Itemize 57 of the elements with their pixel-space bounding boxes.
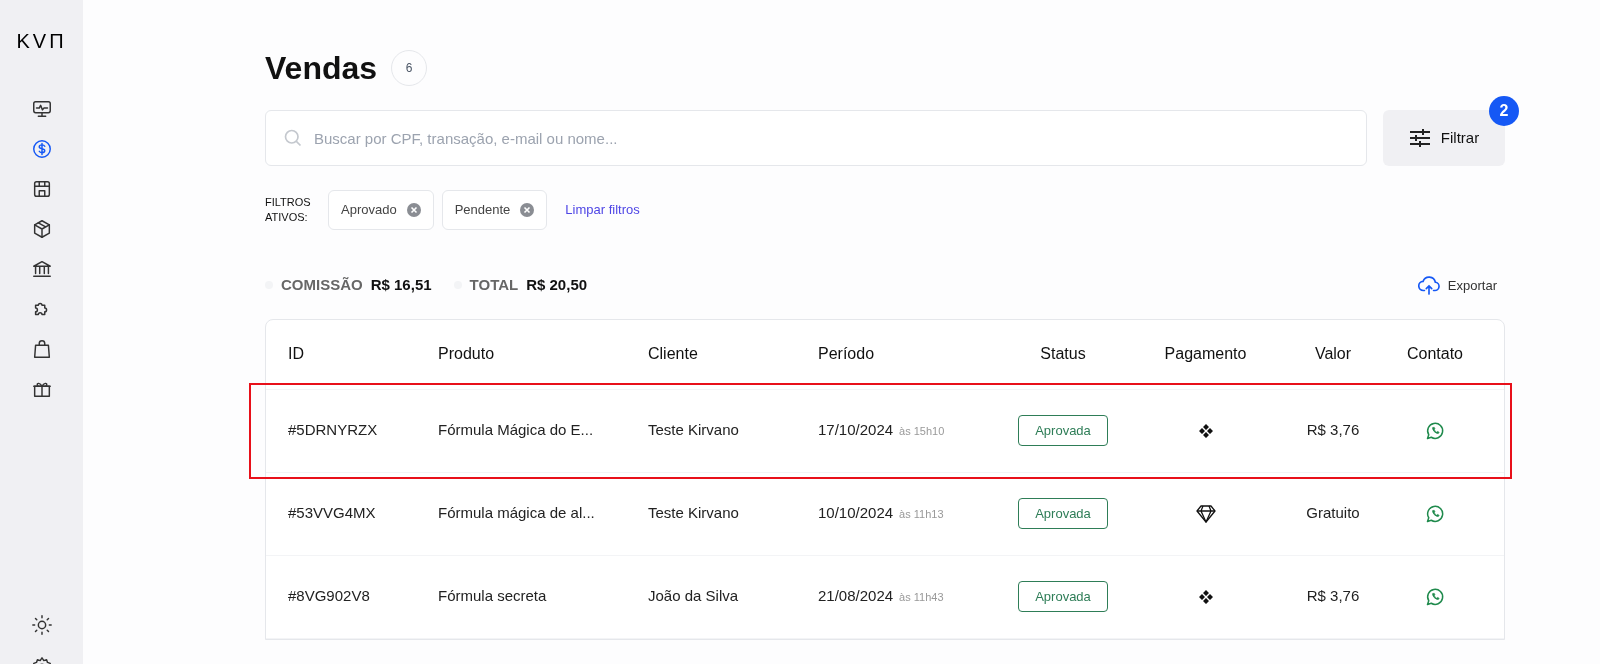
whatsapp-icon[interactable] bbox=[1425, 586, 1445, 607]
sale-id: #53VVG4MX bbox=[288, 503, 377, 524]
sale-value: R$ 3,76 bbox=[1306, 420, 1360, 441]
column-header: Status bbox=[1040, 344, 1086, 364]
sale-id: #8VG902V8 bbox=[288, 586, 371, 607]
search-icon bbox=[283, 128, 303, 148]
remove-icon[interactable] bbox=[520, 203, 535, 217]
page-title: Vendas bbox=[265, 49, 378, 88]
active-filters-label: FILTROS ATIVOS: bbox=[265, 195, 312, 225]
sun-icon[interactable] bbox=[30, 614, 53, 636]
column-header: Período bbox=[818, 344, 876, 364]
status-badge: Aprovada bbox=[1018, 414, 1108, 447]
sale-id: #5DRNYRZX bbox=[288, 420, 379, 441]
column-header: Produto bbox=[438, 344, 496, 364]
diamond-icon bbox=[1195, 504, 1216, 523]
sale-date: 10/10/2024 bbox=[818, 503, 894, 524]
product-name: Fórmula secreta bbox=[438, 586, 548, 607]
export-link[interactable]: Exportar bbox=[1417, 275, 1497, 296]
sliders-icon bbox=[1408, 128, 1431, 148]
product-name: Fórmula mágica de al... bbox=[438, 503, 596, 524]
bank-icon[interactable] bbox=[30, 258, 53, 280]
client-name: Teste Kirvano bbox=[648, 420, 740, 441]
search-field[interactable]: Buscar por CPF, transação, e-mail ou nome... bbox=[265, 110, 1367, 166]
total-label: TOTAL bbox=[469, 275, 519, 295]
total-value: R$ 16,51 bbox=[370, 275, 432, 295]
clear-filters-link[interactable]: Limpar filtros bbox=[565, 200, 640, 220]
total-label: COMISSÃO bbox=[281, 275, 363, 295]
dollar-icon[interactable] bbox=[30, 138, 53, 160]
product-name: Fórmula Mágica do E... bbox=[438, 420, 595, 441]
sale-time: às 11h13 bbox=[899, 507, 944, 523]
filter-chip[interactable]: Pendente bbox=[441, 190, 548, 230]
cloud-upload-icon bbox=[1417, 275, 1440, 296]
pix-icon bbox=[1198, 589, 1213, 604]
client-name: Teste Kirvano bbox=[648, 503, 740, 524]
sale-time: às 15h10 bbox=[899, 424, 945, 440]
pix-icon bbox=[1198, 423, 1213, 438]
filter-count-badge: 2 bbox=[1489, 96, 1519, 126]
sale-value: R$ 3,76 bbox=[1306, 586, 1360, 607]
filter-chip[interactable]: Aprovado bbox=[328, 190, 434, 230]
column-header: Pagamento bbox=[1164, 344, 1247, 364]
column-header: Contato bbox=[1406, 344, 1463, 364]
column-header: Cliente bbox=[648, 344, 699, 364]
sale-date: 17/10/2024 bbox=[818, 420, 894, 441]
whatsapp-icon[interactable] bbox=[1425, 420, 1445, 441]
logo[interactable]: KVП bbox=[16, 26, 67, 56]
sale-time: às 11h43 bbox=[899, 590, 944, 606]
sale-value: Gratuito bbox=[1306, 503, 1360, 524]
client-name: João da Silva bbox=[648, 586, 740, 607]
remove-icon[interactable] bbox=[406, 203, 421, 217]
column-header: ID bbox=[288, 344, 305, 364]
status-badge: Aprovada bbox=[1018, 580, 1108, 613]
whatsapp-icon[interactable] bbox=[1425, 503, 1445, 524]
status-badge: Aprovada bbox=[1018, 497, 1108, 530]
column-header: Valor bbox=[1314, 344, 1352, 364]
monitor-icon[interactable] bbox=[30, 98, 53, 120]
sale-date: 21/08/2024 bbox=[818, 586, 894, 607]
total-value: R$ 20,50 bbox=[526, 275, 588, 295]
